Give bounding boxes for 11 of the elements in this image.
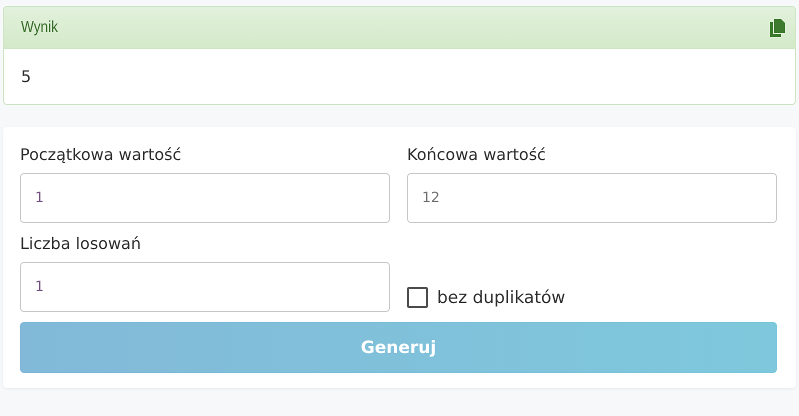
field-label: Początkowa wartość — [20, 144, 182, 165]
field-label: Liczba losowań — [20, 233, 142, 254]
result-value: 5 — [20, 66, 32, 88]
copy-icon[interactable] — [769, 18, 785, 36]
number-field[interactable]: 1 — [20, 173, 390, 223]
checkbox[interactable] — [407, 287, 428, 308]
field-label: Końcowa wartość — [407, 144, 547, 165]
checkbox-label: bez duplikatów — [437, 288, 566, 308]
result-title: Wynik — [21, 18, 58, 36]
number-field[interactable]: 12 — [407, 173, 777, 223]
number-field[interactable]: 1 — [20, 262, 390, 312]
